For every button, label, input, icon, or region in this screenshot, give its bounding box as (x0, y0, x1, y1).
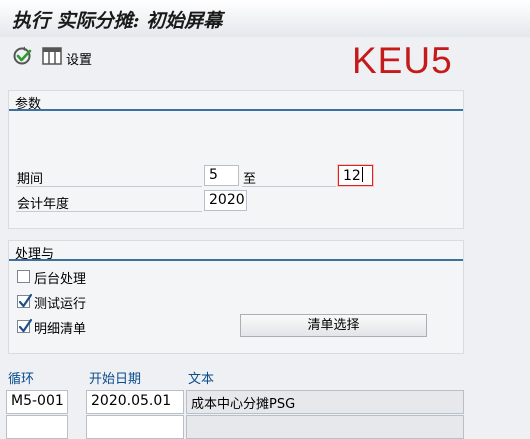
column-header-start-date: 开始日期 (89, 372, 142, 387)
to-label: 至 (243, 172, 257, 187)
text-cell (186, 415, 464, 439)
execute-icon[interactable] (12, 46, 34, 68)
period-label: 期间 (17, 172, 44, 187)
period-from-input[interactable]: 5 (204, 165, 239, 186)
period-label-underline (16, 186, 202, 187)
detail-list-checkbox[interactable] (17, 318, 33, 333)
application-toolbar: 设置 KEU5 (0, 37, 530, 83)
settings-button[interactable]: 设置 (66, 49, 92, 68)
fiscal-year-label: 会计年度 (17, 197, 70, 212)
background-processing-checkbox[interactable] (17, 270, 30, 283)
period-to-input[interactable]: 12 (338, 165, 373, 186)
detail-list-label: 明细清单 (34, 322, 87, 337)
period-to-value: 12 (343, 168, 361, 184)
window-title: 执行 实际分摊: 初始屏幕 (12, 10, 223, 32)
text-cell: 成本中心分摊PSG (186, 390, 464, 414)
test-run-label: 测试运行 (34, 297, 87, 312)
start-date-cell[interactable]: 2020.05.01 (86, 390, 184, 414)
checkmark-icon (18, 318, 33, 333)
group-divider (9, 109, 463, 111)
to-label-underline (242, 186, 336, 187)
layout-icon[interactable] (42, 47, 62, 65)
background-processing-label: 后台处理 (34, 272, 87, 287)
test-run-checkbox[interactable] (17, 293, 33, 308)
column-header-text: 文本 (188, 372, 215, 387)
start-date-cell[interactable] (86, 415, 184, 439)
fiscal-year-input[interactable]: 2020 (204, 190, 247, 211)
cycle-cell[interactable] (6, 415, 68, 439)
group-divider (9, 259, 463, 261)
column-header-cycle: 循环 (8, 372, 35, 387)
fiscal-year-underline (16, 211, 202, 212)
list-selection-button[interactable]: 清单选择 (240, 314, 427, 337)
transaction-code: KEU5 (352, 40, 453, 81)
text-caret (361, 167, 363, 182)
checkmark-icon (18, 293, 33, 308)
cycle-cell[interactable]: M5-001 (6, 390, 68, 414)
title-bar: 执行 实际分摊: 初始屏幕 (0, 0, 530, 37)
